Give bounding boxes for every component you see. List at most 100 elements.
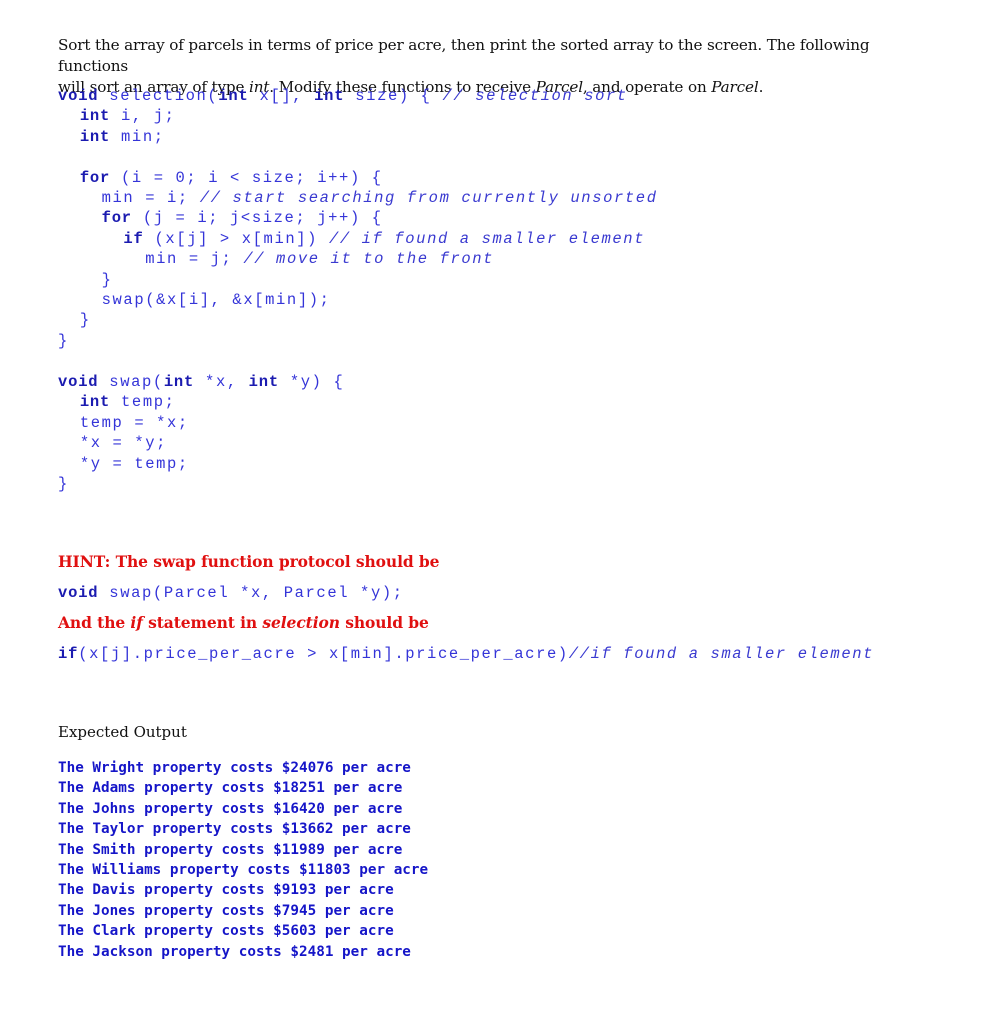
expected-output-console: The Wright property costs $24076 per acr… [58, 758, 428, 962]
hint-if-code: if(x[j].price_per_acre > x[min].price_pe… [58, 644, 874, 664]
code-text: temp; [110, 393, 176, 412]
code-text: *y = temp; [79, 454, 189, 473]
code-line: *x = *y; [58, 433, 344, 453]
code-line: } [58, 270, 658, 290]
output-line: The Smith property costs $11989 per acre [58, 841, 403, 858]
code-text: swap(&x[i], &x[min]); [101, 290, 331, 309]
code-comment: //if found a smaller element [568, 645, 875, 663]
code-comment: // if found a smaller element [328, 229, 646, 248]
output-line: The Davis property costs $9193 per acre [58, 882, 394, 899]
keyword: int [218, 87, 249, 105]
code-text: swap( [98, 373, 164, 391]
code-line: min = i; // start searching from current… [58, 188, 658, 208]
code-text: min = j; [145, 250, 244, 269]
code-text: } [58, 331, 69, 350]
code-text: x[], [248, 87, 315, 105]
output-line: The Jackson property costs $2481 per acr… [58, 943, 411, 960]
code-text: size) { [344, 87, 443, 105]
code-text: } [101, 270, 113, 289]
keyword: int [314, 87, 345, 105]
code-line: void swap(int *x, int *y) { [58, 372, 344, 392]
function-selection: selection [262, 613, 340, 632]
code-comment: // start searching from currently unsort… [199, 188, 658, 207]
code-line: swap(&x[i], &x[min]); [58, 290, 658, 310]
output-line: The Adams property costs $18251 per acre [58, 780, 403, 797]
keyword: if [123, 229, 144, 248]
keyword: int [163, 373, 195, 391]
code-text: } [58, 474, 69, 493]
keyword: int [248, 373, 279, 391]
keyword-if: if [130, 613, 143, 632]
code-line: } [58, 331, 658, 351]
code-text: selection( [98, 87, 219, 105]
instructions-line-1: Sort the array of parcels in terms of pr… [58, 36, 870, 75]
code-text: temp = *x; [79, 413, 189, 432]
output-line: The Wright property costs $24076 per acr… [58, 760, 411, 776]
code-text: *y) { [278, 373, 345, 391]
code-line: *y = temp; [58, 454, 344, 474]
keyword: void [58, 373, 99, 391]
code-line: void selection(int x[], int size) { // s… [58, 86, 658, 106]
code-line: temp = *x; [58, 413, 344, 433]
code-text: i, j; [110, 107, 176, 126]
code-text: (i = 0; i < size; i++) { [110, 168, 383, 187]
hint-if-statement: And the if statement in selection should… [58, 613, 429, 632]
keyword: int [79, 127, 111, 146]
code-line: for (j = i; j<size; j++) { [58, 208, 658, 228]
code-line: if (x[j] > x[min]) // if found a smaller… [58, 229, 658, 249]
code-text: *x, [194, 373, 249, 391]
code-text: } [79, 311, 91, 330]
code-line: for (i = 0; i < size; i++) { [58, 168, 658, 188]
code-text: min = i; [101, 188, 200, 207]
text: should be [339, 613, 429, 632]
selection-sort-code: void selection(int x[], int size) { // s… [58, 86, 658, 351]
keyword: if [58, 645, 79, 663]
code-line: int min; [58, 127, 658, 147]
keyword: for [101, 209, 132, 228]
code-line: int temp; [58, 392, 344, 412]
output-line: The Clark property costs $5603 per acre [58, 923, 394, 940]
swap-function-code: void swap(int *x, int *y) { int temp; te… [58, 372, 344, 494]
keyword: for [79, 168, 111, 187]
code-line: int i, j; [58, 106, 658, 126]
code-line: min = j; // move it to the front [58, 249, 658, 269]
code-line: } [58, 310, 658, 330]
code-comment: // selection sort [442, 87, 628, 105]
code-text: (x[j] > x[min]) [143, 229, 329, 248]
code-text: *x = *y; [79, 434, 168, 453]
code-text: (x[j].price_per_acre > x[min].price_per_… [78, 645, 569, 663]
code-text: min; [110, 127, 165, 146]
hint-swap-signature: void swap(Parcel *x, Parcel *y); [58, 583, 404, 603]
output-line: The Williams property costs $11803 per a… [58, 861, 429, 878]
hint-swap-protocol: HINT: The swap function protocol should … [58, 552, 440, 571]
keyword: void [58, 87, 99, 105]
keyword: int [79, 107, 111, 126]
text: And the [58, 613, 131, 632]
expected-output-heading: Expected Output [58, 723, 187, 741]
code-text: swap(Parcel *x, Parcel *y); [98, 584, 404, 602]
code-comment: // move it to the front [243, 250, 495, 269]
code-text: (j = i; j<size; j++) { [131, 209, 383, 228]
keyword: int [79, 393, 111, 412]
output-line: The Jones property costs $7945 per acre [58, 902, 394, 919]
code-line: } [58, 474, 344, 494]
keyword: void [58, 584, 99, 602]
output-line: The Johns property costs $16420 per acre [58, 800, 403, 817]
text: . [758, 78, 764, 96]
text: statement in [142, 613, 263, 632]
